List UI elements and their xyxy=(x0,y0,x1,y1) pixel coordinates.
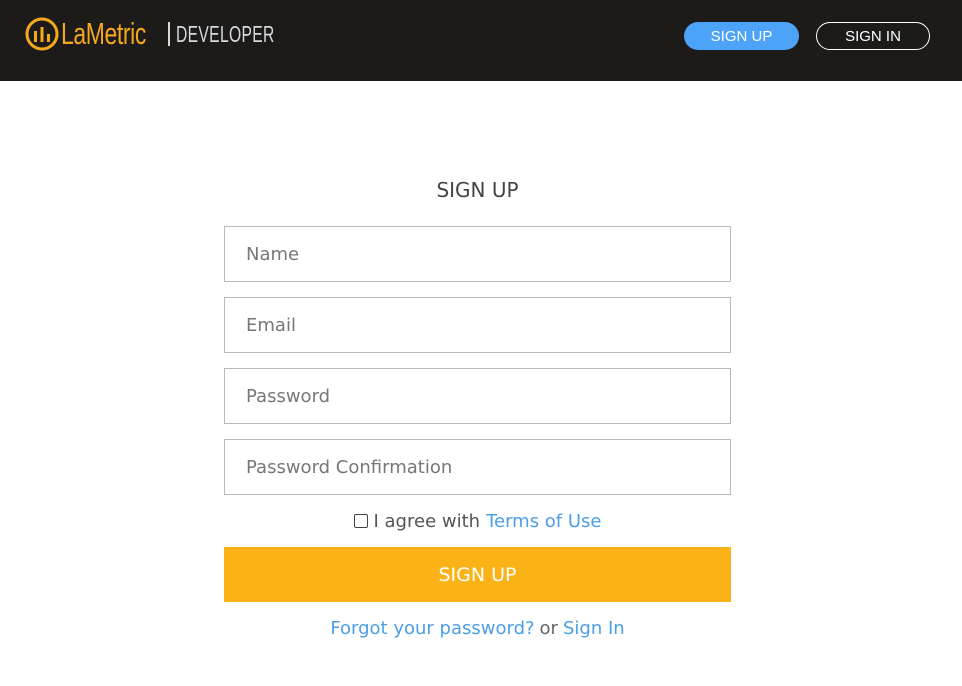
terms-of-use-link[interactable]: Terms of Use xyxy=(486,511,601,532)
name-input[interactable] xyxy=(224,226,731,282)
lametric-logo-icon xyxy=(25,17,59,51)
signup-form-title: SIGN UP xyxy=(436,178,519,202)
password-input[interactable] xyxy=(224,368,731,424)
or-text: or xyxy=(539,617,558,639)
password-confirmation-input[interactable] xyxy=(224,439,731,495)
sign-up-submit-button[interactable]: SIGN UP xyxy=(224,547,731,602)
terms-checkbox[interactable] xyxy=(353,514,368,528)
logo-developer-text: DEVELOPER xyxy=(176,20,275,47)
agree-label: I agree with xyxy=(373,510,481,532)
logo-brand-text: LaMetric xyxy=(61,16,147,51)
terms-agreement-row: I agree with Terms of Use xyxy=(224,508,731,534)
top-navbar: LaMetric DEVELOPER SIGN UP SIGN IN xyxy=(0,0,962,81)
email-input[interactable] xyxy=(224,297,731,353)
logo-divider xyxy=(168,22,170,46)
header-sign-in-button[interactable]: SIGN IN xyxy=(816,22,930,50)
lametric-developer-logo[interactable]: LaMetric DEVELOPER xyxy=(25,16,321,52)
forgot-password-link[interactable]: Forgot your password? xyxy=(330,618,534,639)
form-footer-links: Forgot your password? or Sign In xyxy=(224,614,731,642)
header-sign-up-button[interactable]: SIGN UP xyxy=(684,22,799,50)
sign-in-link[interactable]: Sign In xyxy=(563,618,625,639)
